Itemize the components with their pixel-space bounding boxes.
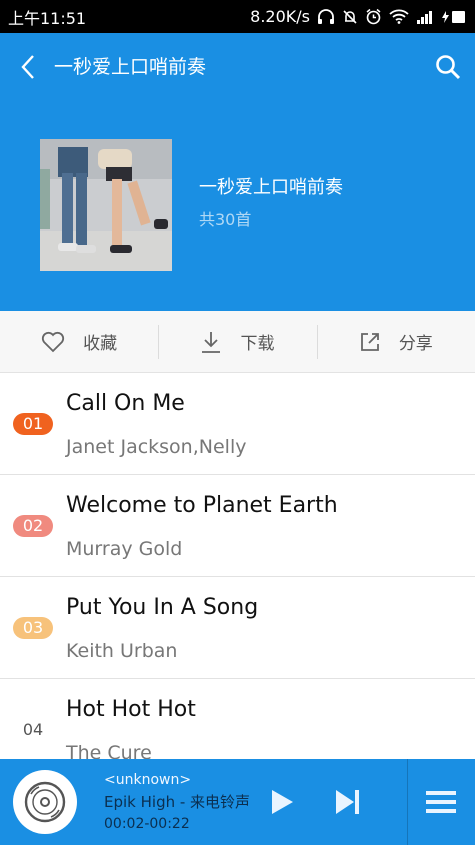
- mute-icon: [343, 9, 357, 24]
- track-count: 共30首: [199, 210, 252, 229]
- song-title: Call On Me: [66, 391, 185, 416]
- alarm-icon: [366, 8, 381, 25]
- search-icon: [436, 55, 461, 80]
- share-button[interactable]: 分享: [316, 311, 475, 372]
- action-bar: 收藏 下载 分享: [0, 311, 475, 373]
- playlist-menu-button[interactable]: [423, 786, 459, 818]
- network-speed: 8.20K/s: [250, 7, 310, 26]
- status-icons: 8.20K/s: [250, 7, 467, 26]
- now-playing-source: <unknown>: [104, 772, 192, 788]
- headphone-icon: [318, 8, 334, 24]
- search-button[interactable]: [432, 51, 464, 83]
- rank-number: 04: [22, 720, 44, 739]
- song-row-2[interactable]: 02 Welcome to Planet Earth Murray Gold: [0, 475, 475, 577]
- share-icon: [360, 332, 379, 351]
- song-artist: Janet Jackson,Nelly: [66, 436, 247, 458]
- favorite-button[interactable]: 收藏: [0, 311, 158, 372]
- back-button[interactable]: [14, 53, 42, 81]
- play-button[interactable]: [266, 786, 298, 818]
- now-playing-cover[interactable]: [13, 770, 77, 834]
- album-name: 一秒爱上口哨前奏: [199, 177, 343, 198]
- menu-icon: [426, 791, 456, 813]
- song-list: 01 Call On Me Janet Jackson,Nelly 02 Wel…: [0, 373, 475, 759]
- page-title: 一秒爱上口哨前奏: [54, 56, 207, 78]
- now-playing-time: 00:02-00:22: [104, 816, 190, 832]
- status-bar: 上午11:51 8.20K/s: [0, 0, 475, 33]
- disc-icon: [24, 781, 66, 823]
- song-artist: Murray Gold: [66, 538, 183, 560]
- heart-icon: [42, 331, 65, 352]
- download-button[interactable]: 下载: [158, 311, 316, 372]
- song-row-3[interactable]: 03 Put You In A Song Keith Urban: [0, 577, 475, 679]
- song-title: Hot Hot Hot: [66, 697, 196, 722]
- play-icon: [272, 790, 293, 814]
- song-row-1[interactable]: 01 Call On Me Janet Jackson,Nelly: [0, 373, 475, 475]
- song-title: Welcome to Planet Earth: [66, 493, 338, 518]
- battery-charging-icon: [442, 10, 465, 23]
- favorite-label: 收藏: [83, 334, 118, 354]
- song-artist: Keith Urban: [66, 640, 178, 662]
- next-track-icon: [336, 790, 359, 814]
- album-cover[interactable]: [40, 139, 172, 271]
- status-time: 上午11:51: [8, 8, 87, 28]
- player-divider: [407, 759, 408, 845]
- share-label: 分享: [398, 334, 433, 354]
- song-row-4[interactable]: 04 Hot Hot Hot The Cure: [0, 679, 475, 759]
- song-title: Put You In A Song: [66, 595, 259, 620]
- download-icon: [202, 331, 221, 353]
- now-playing-bar[interactable]: <unknown> Epik High - 来电铃声 00:02-00:22: [0, 759, 475, 845]
- album-header: 一秒爱上口哨前奏 一秒爱上口哨前奏 共30首: [0, 33, 475, 311]
- wifi-icon: [389, 9, 409, 24]
- download-label: 下载: [240, 334, 275, 354]
- now-playing-track: Epik High - 来电铃声: [104, 793, 251, 811]
- song-artist: The Cure: [66, 742, 152, 759]
- rank-badge: 03: [13, 617, 53, 639]
- back-arrow-icon: [21, 55, 34, 79]
- rank-badge: 01: [13, 413, 53, 435]
- signal-icon: [417, 10, 432, 24]
- rank-badge: 02: [13, 515, 53, 537]
- next-track-button[interactable]: [332, 786, 364, 818]
